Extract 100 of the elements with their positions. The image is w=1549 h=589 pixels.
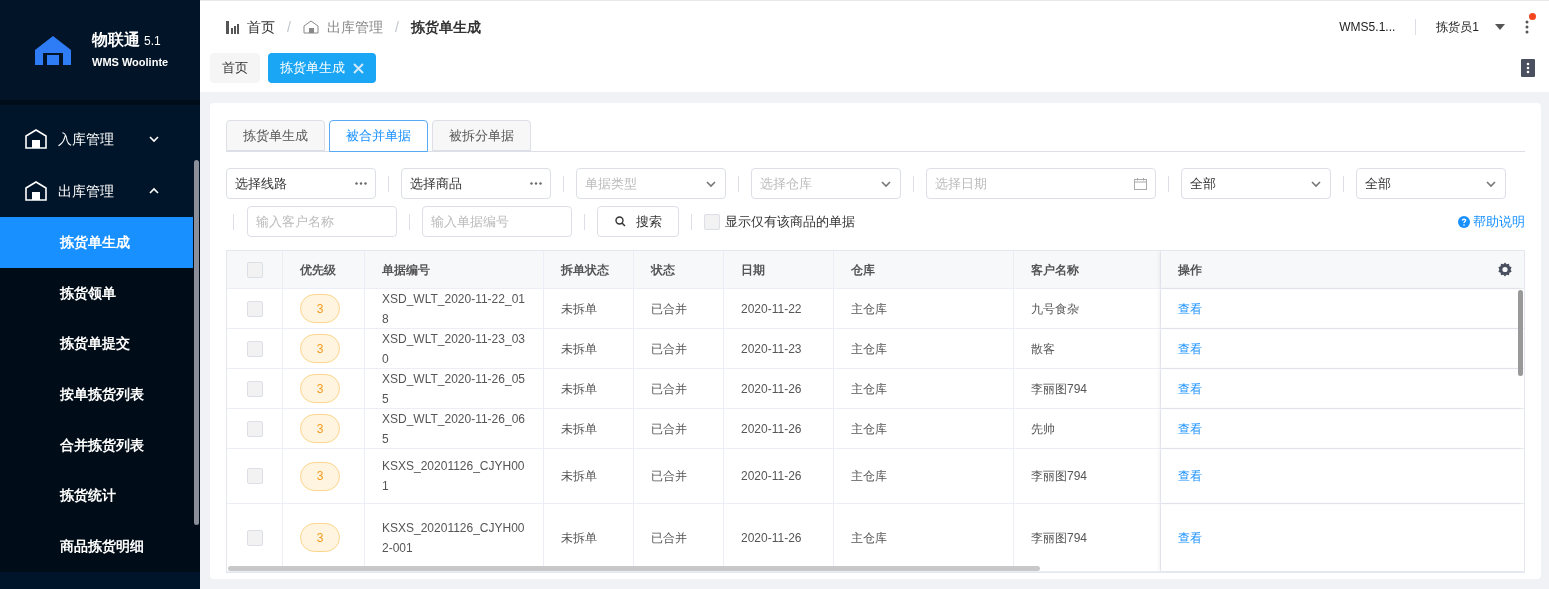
warehouse-icon [24,180,48,202]
priority-badge: 3 [300,523,340,552]
search-field[interactable]: 输入客户名称 [247,206,397,237]
table-cell-text: 散客 [1031,340,1055,358]
table-cell-text: 未拆单 [561,468,597,485]
table-cell-text: 2020-11-26 [741,380,802,398]
table-cell-text: 九号食杂 [1031,300,1079,318]
table-cell-text: 已合并 [651,468,687,485]
table-cell-text: XSD_WLT_2020-11-26_055 [382,370,526,408]
table-cell-text: 主仓库 [851,340,887,358]
logo-subtitle: WMS Woolinte [92,54,169,70]
bar-chart-icon [226,20,239,34]
sidebar-menu-item[interactable]: 出库管理 [0,165,200,217]
table-cell-text: 已合并 [651,300,687,318]
priority-badge: 3 [300,374,340,403]
row-checkbox[interactable] [246,340,263,357]
calendar-icon[interactable] [1134,177,1147,190]
version-label: WMS5.1... [1339,19,1396,36]
sidebar-submenu-item[interactable]: 商品拣货明细 [0,521,193,572]
sidebar-submenu-item[interactable]: 拣货单提交 [0,318,193,370]
table-cell-text: 未拆单 [561,529,597,547]
picker-field[interactable]: 选择商品 [401,168,551,199]
table-cell-text: 已合并 [651,380,687,398]
sidebar-menu-item[interactable]: 入库管理 [0,113,200,165]
help-icon [1458,215,1470,228]
breadcrumb-item[interactable]: 首页 [247,16,275,38]
content-tab[interactable]: 拣货单生成 [226,120,325,151]
table-cell-text: XSD_WLT_2020-11-22_018 [382,290,526,328]
table-cell-text: 未拆单 [561,380,597,398]
column-header: 单据编号 [382,261,431,279]
search-field[interactable]: 输入单据编号 [422,206,572,237]
user-name[interactable]: 拣货员1 [1436,18,1479,36]
column-header: 拆单状态 [561,261,610,279]
sidebar-submenu-item[interactable]: 按单拣货列表 [0,369,193,420]
row-checkbox[interactable] [246,380,263,397]
checkbox-label[interactable]: 显示仅有该商品的单据 [725,211,855,232]
select-all-checkbox[interactable] [246,261,263,278]
table-cell-text: 主仓库 [851,529,887,547]
sidebar-scrollbar[interactable] [194,160,199,525]
priority-badge: 3 [300,414,340,443]
table-cell-text: 2020-11-26 [741,420,802,438]
house-logo-icon [34,35,72,65]
row-checkbox[interactable] [246,529,263,546]
breadcrumb-separator: / [394,17,399,37]
table-cell-text: 李丽图794 [1031,468,1088,485]
sidebar-submenu-item[interactable]: 拣货领单 [0,267,193,319]
warehouse-icon [302,20,319,34]
table-cell-text: 2020-11-22 [741,300,802,318]
table-cell-text: 主仓库 [851,468,887,485]
sidebar-submenu-item[interactable]: 合并拣货列表 [0,419,193,471]
table-cell-text: 2020-11-23 [741,340,802,358]
more-icon[interactable] [355,182,367,185]
breadcrumb-item: 拣货单生成 [410,17,481,37]
breadcrumb-item[interactable]: 出库管理 [326,16,383,38]
breadcrumb-separator: / [287,17,291,37]
more-icon[interactable] [1525,20,1529,34]
priority-badge: 3 [300,461,340,491]
row-checkbox[interactable] [246,468,263,484]
table-cell-text: 主仓库 [851,380,887,398]
close-icon[interactable] [353,62,364,74]
column-header: 客户名称 [1031,261,1080,279]
row-checkbox[interactable] [246,300,263,317]
checkbox[interactable] [704,213,720,230]
table-cell-text: 未拆单 [561,420,597,438]
table-cell-text: 已合并 [651,340,687,358]
table-cell-text: 2020-11-26 [741,468,802,485]
settings-icon[interactable] [1497,261,1513,278]
priority-badge: 3 [300,294,340,323]
column-header: 仓库 [851,261,876,279]
page-tab[interactable]: 首页 [210,53,260,83]
more-icon[interactable] [530,182,542,185]
table-cell-text: 主仓库 [851,420,887,438]
vertical-scrollbar[interactable] [1518,290,1523,376]
table-cell-text: KSXS_20201126_CJYH001 [382,458,526,495]
logo-name: 物联通 [92,29,140,50]
warehouse-icon [24,128,48,150]
search-button[interactable]: 搜索 [597,206,679,237]
column-header: 优先级 [300,261,337,279]
column-header: 状态 [651,261,676,279]
table-cell-text: KSXS_20201126_CJYH002-001 [382,519,526,557]
priority-badge: 3 [300,334,340,363]
table-cell-text: 已合并 [651,529,687,547]
select-field[interactable]: 全部 [1356,168,1506,199]
table-cell-text: 未拆单 [561,300,597,318]
picker-field[interactable]: 选择线路 [226,168,376,199]
table-cell-text: 李丽图794 [1031,380,1088,398]
more-menu-button[interactable] [1521,59,1535,77]
table-cell-text: 未拆单 [561,340,597,358]
select-field[interactable]: 全部 [1181,168,1331,199]
caret-icon[interactable] [1495,24,1505,30]
search-icon [614,216,626,227]
table-cell-text: 李丽图794 [1031,529,1088,547]
logo-version: 5.1 [144,32,161,50]
table-cell-text: 主仓库 [851,300,887,318]
horizontal-scrollbar[interactable] [228,566,1040,571]
row-checkbox[interactable] [246,420,263,437]
more-icon [1526,62,1530,74]
sidebar-submenu-item[interactable]: 拣货统计 [0,470,193,522]
content-tab[interactable]: 被拆分单据 [432,120,531,151]
table-cell-text: 先帅 [1031,420,1055,438]
